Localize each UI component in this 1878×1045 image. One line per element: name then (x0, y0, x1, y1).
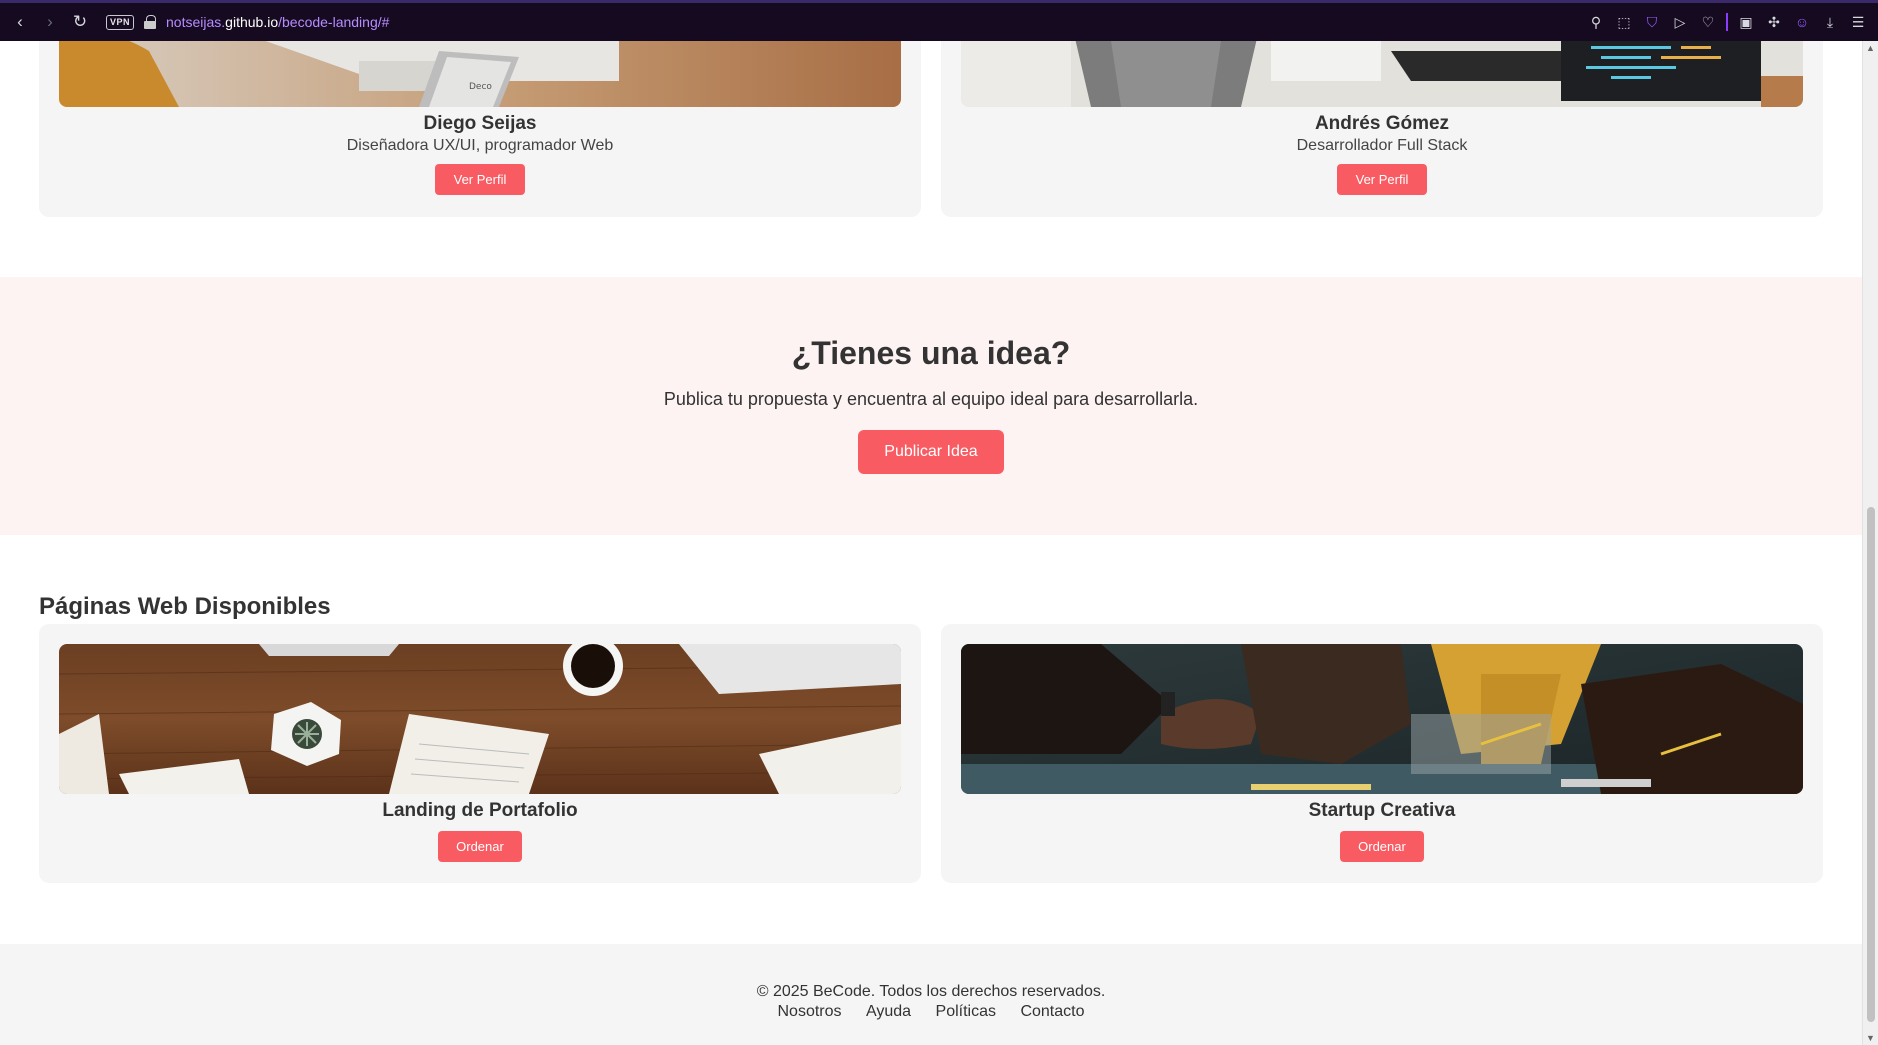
profile-icon[interactable]: ☺ (1792, 12, 1812, 32)
view-profile-button[interactable]: Ver Perfil (1337, 164, 1427, 195)
footer-copyright: © 2025 BeCode. Todos los derechos reserv… (756, 983, 1106, 1000)
scroll-thumb[interactable] (1867, 507, 1875, 1022)
screenshot-icon[interactable]: ⬚ (1614, 12, 1634, 32)
profile-card: Andrés Gómez Desarrollador Full Stack Ve… (941, 41, 1823, 217)
footer-link-nosotros[interactable]: Nosotros (778, 1003, 842, 1020)
scroll-up-icon[interactable]: ▲ (1866, 43, 1875, 53)
pin-icon[interactable]: ⚲ (1586, 12, 1606, 32)
svg-text:Deco: Deco (469, 82, 492, 92)
page-name: Startup Creativa (1308, 800, 1456, 821)
page-image (961, 644, 1803, 794)
shield-icon[interactable]: ⛉ (1642, 12, 1662, 32)
view-profile-button[interactable]: Ver Perfil (435, 164, 525, 195)
footer-links: Nosotros Ayuda Políticas Contacto (0, 1003, 1862, 1021)
profile-name: Diego Seijas (423, 113, 537, 134)
browser-toolbar: ‹ › ↻ VPN notseijas.github.io/becode-lan… (0, 0, 1878, 41)
toolbar-divider (1726, 13, 1728, 31)
sidebar-icon[interactable]: ▣ (1736, 12, 1756, 32)
back-icon[interactable]: ‹ (6, 8, 34, 36)
profile-card: Deco Diego Seijas Diseñadora UX/UI, prog… (39, 41, 921, 217)
page-name: Landing de Portafolio (382, 800, 578, 821)
extensions-icon[interactable]: ✣ (1764, 12, 1784, 32)
profile-role: Diseñadora UX/UI, programador Web (346, 137, 614, 154)
footer-link-politicas[interactable]: Políticas (936, 1003, 996, 1020)
url-host-prefix: notseijas. (166, 14, 226, 30)
page-image (59, 644, 901, 794)
lock-icon[interactable] (144, 15, 157, 29)
url-host-main: github.io (225, 14, 279, 30)
footer: © 2025 BeCode. Todos los derechos reserv… (0, 944, 1862, 1045)
section-title: Páginas Web Disponibles (39, 593, 331, 620)
address-bar[interactable]: notseijas.github.io/becode-landing/# (166, 14, 389, 30)
profile-role: Desarrollador Full Stack (1296, 137, 1468, 154)
reload-icon[interactable]: ↻ (66, 8, 94, 36)
cta-subtitle: Publica tu propuesta y encuentra al equi… (663, 389, 1199, 409)
download-icon[interactable]: ⤓ (1820, 12, 1840, 32)
forward-icon[interactable]: › (36, 8, 64, 36)
play-icon[interactable]: ▷ (1670, 12, 1690, 32)
idea-cta-section: ¿Tienes una idea? Publica tu propuesta y… (0, 277, 1862, 535)
order-button[interactable]: Ordenar (438, 831, 522, 862)
cta-title: ¿Tienes una idea? (791, 335, 1071, 371)
publish-idea-button[interactable]: Publicar Idea (858, 430, 1004, 474)
footer-link-contacto[interactable]: Contacto (1020, 1003, 1084, 1020)
vpn-badge[interactable]: VPN (106, 14, 135, 30)
menu-icon[interactable]: ☰ (1848, 12, 1868, 32)
profile-image (961, 41, 1803, 107)
order-button[interactable]: Ordenar (1340, 831, 1424, 862)
url-path: /becode-landing/# (278, 14, 390, 30)
scroll-down-icon[interactable]: ▼ (1866, 1033, 1875, 1043)
heart-icon[interactable]: ♡ (1698, 12, 1718, 32)
page-card: Startup Creativa Ordenar (941, 624, 1823, 883)
page-card: Landing de Portafolio Ordenar (39, 624, 921, 883)
page-viewport: Deco Diego Seijas Diseñadora UX/UI, prog… (0, 41, 1862, 1045)
footer-link-ayuda[interactable]: Ayuda (866, 1003, 911, 1020)
profile-image: Deco (59, 41, 901, 107)
page-scrollbar[interactable]: ▲ ▼ (1862, 41, 1878, 1045)
profile-name: Andrés Gómez (1314, 113, 1450, 134)
